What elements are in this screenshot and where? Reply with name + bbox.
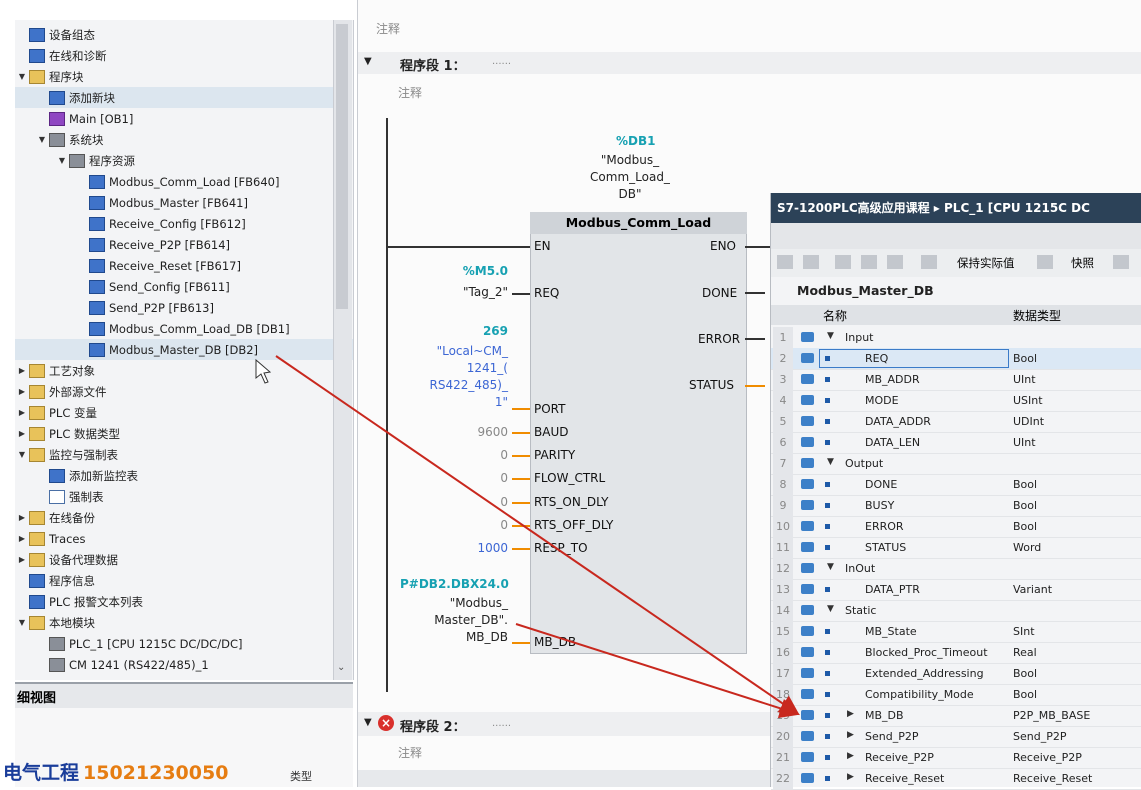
arrow-tree-to-db xyxy=(275,355,800,716)
annotation-arrows xyxy=(255,355,800,719)
arrow-ladder-to-db xyxy=(515,623,800,719)
cursor-icon xyxy=(255,358,272,384)
